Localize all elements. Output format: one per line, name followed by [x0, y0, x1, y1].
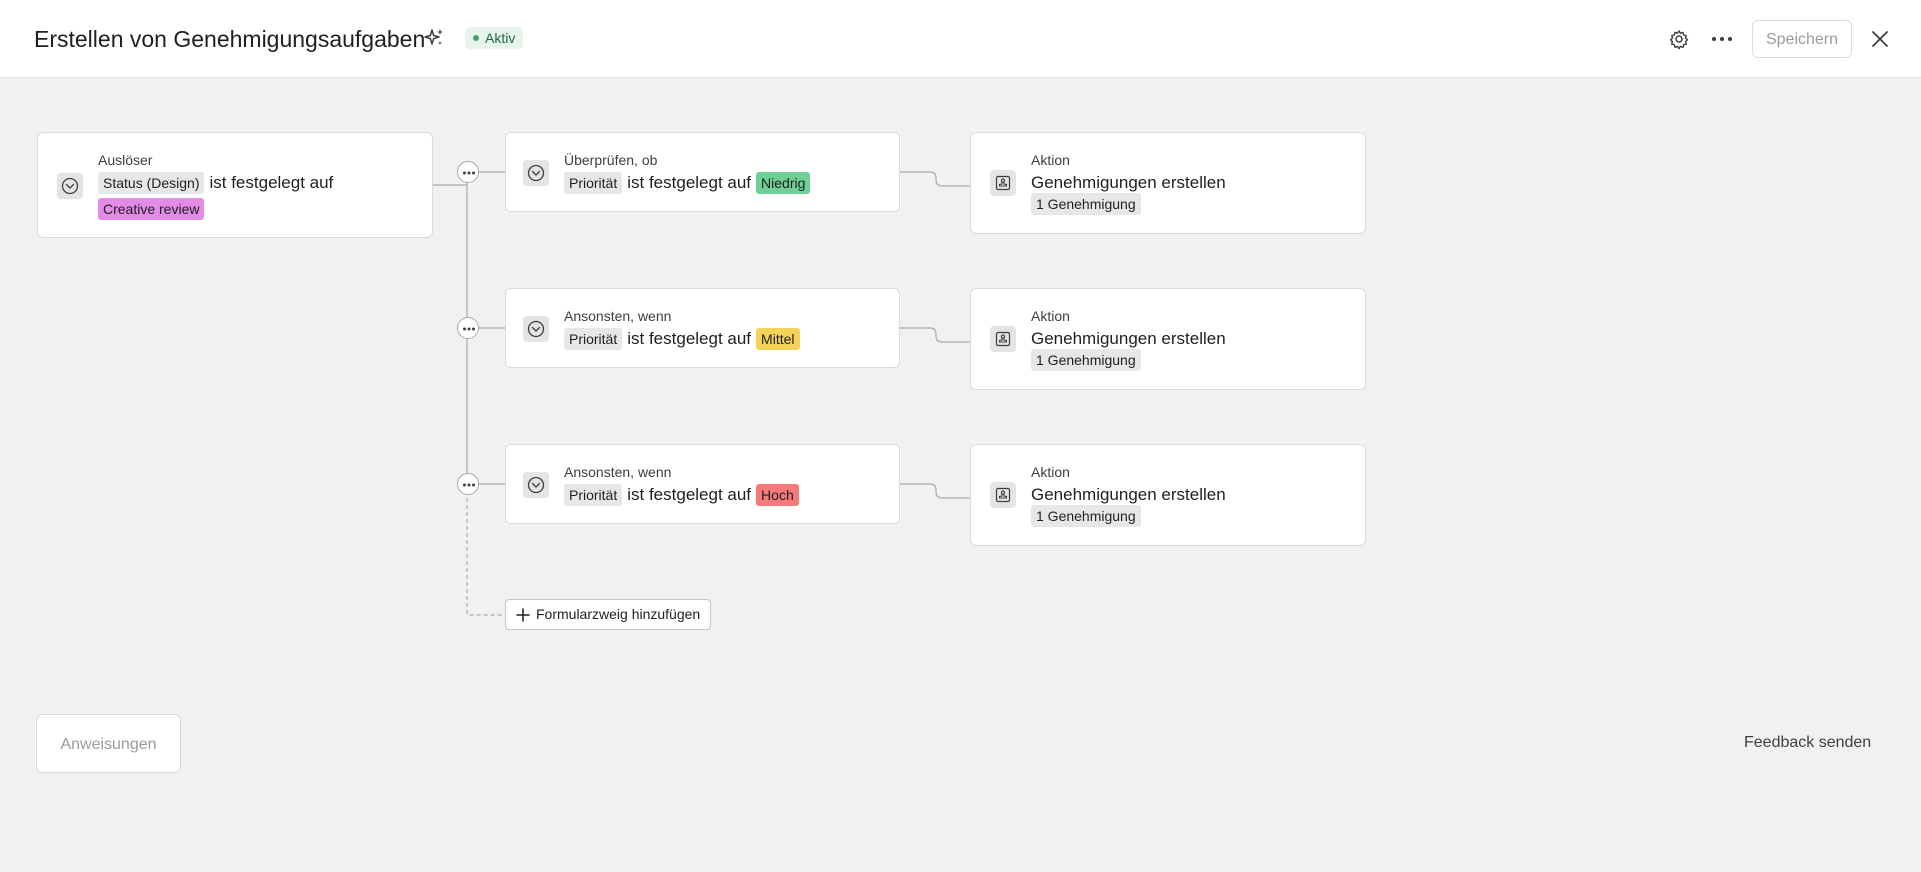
status-text: Aktiv — [485, 30, 516, 46]
condition-label: Ansonsten, wenn — [564, 308, 672, 324]
action-title: Genehmigungen erstellen — [1031, 485, 1226, 504]
approval-count-chip: 1 Genehmigung — [1031, 505, 1141, 527]
page-title: Erstellen von Genehmigungsaufgaben — [34, 26, 426, 52]
status-dot — [473, 35, 479, 41]
action-card[interactable]: Aktion Genehmigungen erstellen 1 Genehmi… — [970, 444, 1366, 546]
field-chip: Priorität — [564, 172, 623, 194]
action-label: Aktion — [1031, 152, 1070, 168]
approval-count-chip: 1 Genehmigung — [1031, 349, 1141, 371]
condition-rule: Priorität ist festgelegt auf Hoch — [564, 483, 799, 507]
trigger-condition: Status (Design) ist festgelegt auf — [98, 171, 333, 195]
workflow-canvas: Auslöser Status (Design) ist festgelegt … — [0, 78, 1921, 872]
action-card[interactable]: Aktion Genehmigungen erstellen 1 Genehmi… — [970, 288, 1366, 390]
value-chip: Hoch — [756, 484, 799, 506]
field-chip: Priorität — [564, 484, 623, 506]
action-count-line: 1 Genehmigung — [1031, 193, 1141, 215]
chevron-circle-icon — [57, 173, 83, 199]
action-title: Genehmigungen erstellen — [1031, 329, 1226, 348]
field-chip: Priorität — [564, 328, 623, 350]
trigger-label: Auslöser — [98, 152, 153, 168]
feedback-link[interactable]: Feedback senden — [1744, 732, 1871, 754]
operator-text: ist festgelegt auf — [627, 173, 752, 192]
condition-rule: Priorität ist festgelegt auf Mittel — [564, 327, 800, 351]
trigger-value-line: Creative review — [98, 198, 205, 220]
status-badge: Aktiv — [465, 27, 524, 49]
close-icon[interactable] — [1867, 26, 1893, 52]
branch-options-button[interactable] — [457, 317, 479, 339]
condition-rule: Priorität ist festgelegt auf Niedrig — [564, 171, 811, 195]
trigger-card[interactable]: Auslöser Status (Design) ist festgelegt … — [37, 132, 433, 238]
plus-icon — [516, 608, 530, 622]
gear-icon[interactable] — [1666, 26, 1692, 52]
operator-text: ist festgelegt auf — [627, 329, 752, 348]
operator-text: ist festgelegt auf — [627, 485, 752, 504]
branch-options-button[interactable] — [457, 161, 479, 183]
value-chip: Mittel — [756, 328, 800, 350]
more-icon[interactable] — [1709, 26, 1735, 52]
action-card[interactable]: Aktion Genehmigungen erstellen 1 Genehmi… — [970, 132, 1366, 234]
header-bar: Erstellen von Genehmigungsaufgaben Aktiv… — [0, 0, 1921, 78]
value-chip: Creative review — [98, 198, 205, 220]
condition-card[interactable]: Überprüfen, ob Priorität ist festgelegt … — [505, 132, 900, 212]
save-button[interactable]: Speichern — [1752, 20, 1852, 58]
add-branch-label: Formularzweig hinzufügen — [536, 606, 701, 622]
branch-options-button[interactable] — [457, 473, 479, 495]
chevron-circle-icon — [523, 472, 549, 498]
condition-label: Ansonsten, wenn — [564, 464, 672, 480]
condition-card[interactable]: Ansonsten, wenn Priorität ist festgelegt… — [505, 288, 900, 368]
action-label: Aktion — [1031, 308, 1070, 324]
operator-text: ist festgelegt auf — [209, 173, 334, 192]
stamp-icon — [990, 482, 1016, 508]
instructions-button[interactable]: Anweisungen — [36, 714, 181, 773]
stamp-icon — [990, 326, 1016, 352]
field-chip: Status (Design) — [98, 172, 205, 194]
condition-card[interactable]: Ansonsten, wenn Priorität ist festgelegt… — [505, 444, 900, 524]
action-title: Genehmigungen erstellen — [1031, 173, 1226, 192]
action-label: Aktion — [1031, 464, 1070, 480]
stamp-icon — [990, 170, 1016, 196]
chevron-circle-icon — [523, 160, 549, 186]
chevron-circle-icon — [523, 316, 549, 342]
condition-label: Überprüfen, ob — [564, 152, 658, 168]
action-count-line: 1 Genehmigung — [1031, 349, 1141, 371]
action-count-line: 1 Genehmigung — [1031, 505, 1141, 527]
sparkle-icon[interactable] — [423, 27, 445, 49]
approval-count-chip: 1 Genehmigung — [1031, 193, 1141, 215]
add-branch-button[interactable]: Formularzweig hinzufügen — [505, 599, 712, 630]
value-chip: Niedrig — [756, 172, 811, 194]
